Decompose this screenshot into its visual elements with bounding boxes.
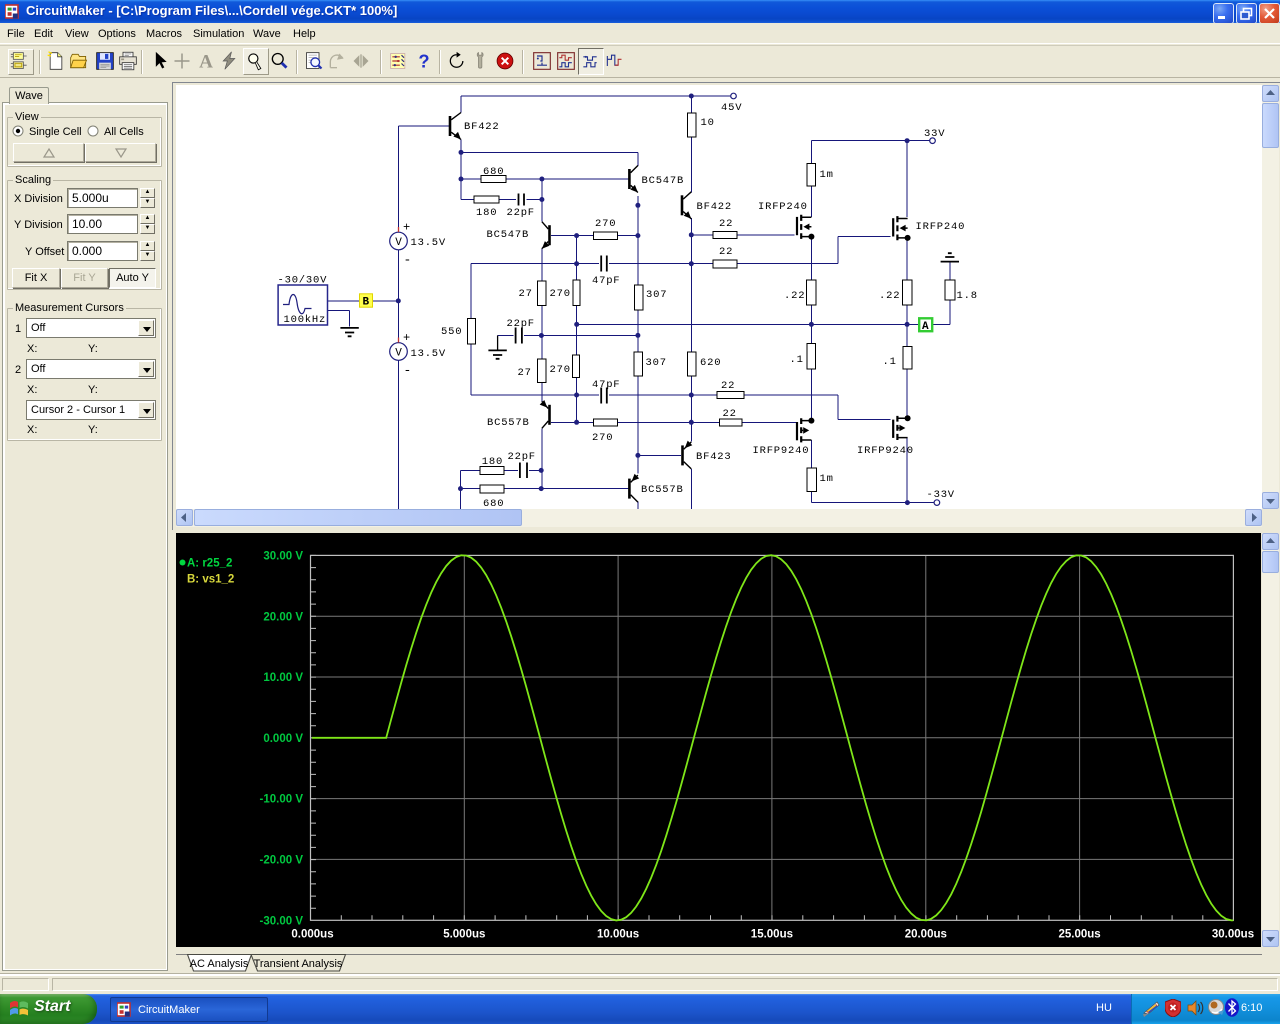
svg-text:BF423: BF423 — [696, 451, 732, 463]
svg-text:270: 270 — [550, 364, 571, 376]
svg-text:-30/30V: -30/30V — [278, 275, 328, 287]
svg-text:+: + — [403, 221, 410, 235]
svg-text:45V: 45V — [721, 102, 742, 114]
svg-text:5.000us: 5.000us — [443, 929, 485, 941]
svg-text:0.000us: 0.000us — [291, 929, 333, 941]
svg-text:0.000 V: 0.000 V — [263, 733, 303, 745]
svg-text:10.00us: 10.00us — [597, 929, 639, 941]
svg-text:BC547B: BC547B — [487, 229, 530, 241]
svg-text:-: - — [404, 363, 412, 378]
svg-text:25.00us: 25.00us — [1058, 929, 1100, 941]
svg-text:A: A — [922, 321, 929, 333]
svg-text:BC547B: BC547B — [642, 175, 685, 187]
svg-text:B: vs1_2: B: vs1_2 — [187, 574, 234, 586]
svg-text:22: 22 — [723, 408, 737, 420]
svg-text:550: 550 — [441, 326, 462, 338]
svg-text:100kHz: 100kHz — [284, 314, 327, 326]
svg-text:A: A — [199, 52, 213, 72]
svg-text:27: 27 — [518, 367, 532, 379]
svg-text:10: 10 — [701, 117, 715, 129]
svg-text:V: V — [395, 347, 402, 359]
svg-text:-: - — [404, 253, 412, 268]
svg-text:1m: 1m — [820, 169, 834, 181]
svg-text:AC Analysis: AC Analysis — [190, 958, 249, 970]
svg-text:-33V: -33V — [927, 489, 955, 501]
svg-text:.22: .22 — [784, 290, 805, 302]
svg-text:47pF: 47pF — [592, 379, 620, 391]
svg-text:15.00us: 15.00us — [751, 929, 793, 941]
svg-text:22pF: 22pF — [507, 318, 535, 330]
svg-text:B: B — [363, 297, 370, 309]
svg-text:.1: .1 — [790, 354, 804, 366]
svg-text:A: r25_2: A: r25_2 — [187, 558, 232, 570]
svg-text:270: 270 — [550, 288, 571, 300]
svg-text:-10.00 V: -10.00 V — [260, 794, 304, 806]
svg-text:180: 180 — [476, 207, 497, 219]
svg-text:180: 180 — [482, 456, 503, 468]
svg-text:Transient Analysis: Transient Analysis — [254, 958, 343, 970]
svg-text:BF422: BF422 — [464, 121, 500, 133]
svg-text:.1: .1 — [883, 356, 897, 368]
svg-text:-30.00 V: -30.00 V — [260, 915, 304, 927]
svg-text:20.00 V: 20.00 V — [263, 611, 303, 623]
svg-text:307: 307 — [646, 357, 667, 369]
svg-text:30.00 V: 30.00 V — [263, 551, 303, 563]
svg-text:?: ? — [418, 51, 429, 72]
svg-text:13.5V: 13.5V — [411, 237, 447, 249]
svg-text:1m: 1m — [820, 473, 834, 485]
svg-text:.22: .22 — [879, 290, 900, 302]
svg-text:IRFP9240: IRFP9240 — [753, 445, 810, 457]
svg-text:270: 270 — [592, 432, 613, 444]
svg-text:20.00us: 20.00us — [905, 929, 947, 941]
svg-text:33V: 33V — [924, 128, 945, 140]
svg-text:270: 270 — [595, 218, 616, 230]
svg-text:BC557B: BC557B — [487, 417, 530, 429]
svg-text:13.5V: 13.5V — [411, 348, 447, 360]
svg-text:10.00 V: 10.00 V — [263, 672, 303, 684]
svg-text:-20.00 V: -20.00 V — [260, 855, 304, 867]
svg-text:22: 22 — [719, 246, 733, 258]
svg-text:307: 307 — [646, 289, 667, 301]
svg-text:47pF: 47pF — [592, 275, 620, 287]
svg-text:BF422: BF422 — [697, 201, 733, 213]
svg-text:IRFP240: IRFP240 — [916, 221, 966, 233]
svg-text:22pF: 22pF — [507, 207, 535, 219]
svg-text:30.00us: 30.00us — [1212, 929, 1254, 941]
svg-text:IRFP240: IRFP240 — [758, 201, 808, 213]
svg-text:1.8: 1.8 — [957, 290, 978, 302]
svg-text:+: + — [403, 331, 410, 345]
svg-text:27: 27 — [519, 288, 533, 300]
svg-text:680: 680 — [483, 166, 504, 178]
svg-text:22: 22 — [721, 380, 735, 392]
svg-text:22pF: 22pF — [508, 451, 536, 463]
svg-text:620: 620 — [700, 357, 721, 369]
svg-text:V: V — [395, 237, 402, 249]
svg-text:22: 22 — [719, 218, 733, 230]
svg-text:680: 680 — [483, 498, 504, 509]
svg-text:IRFP9240: IRFP9240 — [857, 445, 914, 457]
svg-text:BC557B: BC557B — [641, 484, 684, 496]
